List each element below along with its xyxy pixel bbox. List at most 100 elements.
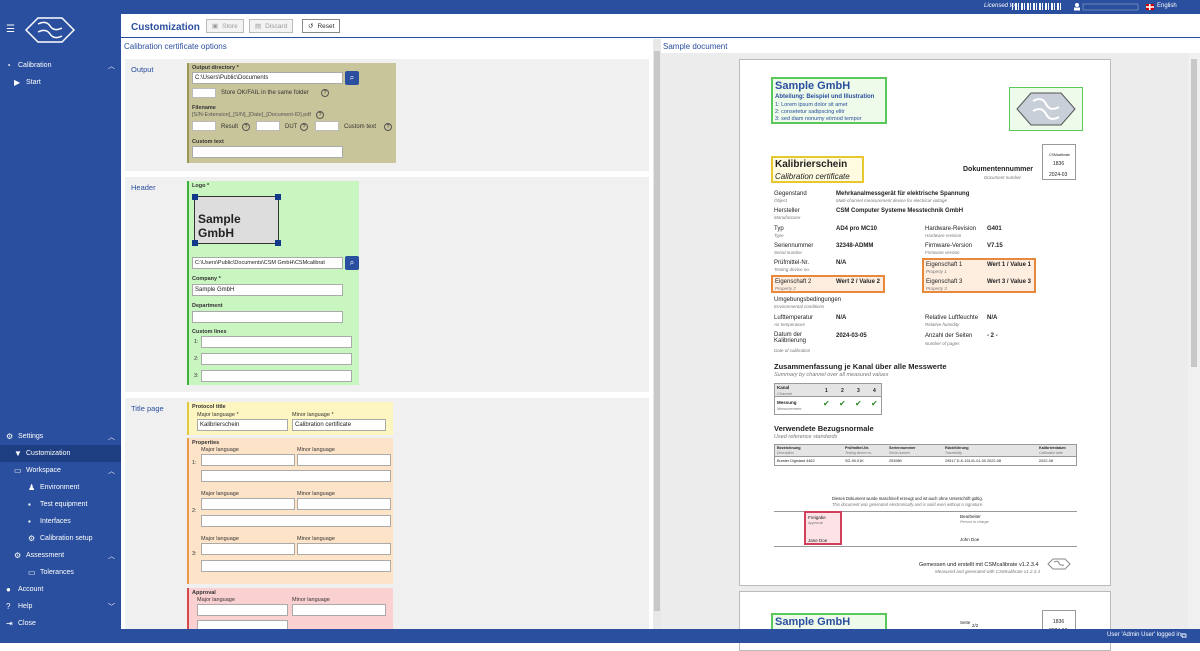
- doc-key: Lufttemperatur: [774, 315, 814, 321]
- property-2-value[interactable]: [201, 515, 391, 527]
- resize-handle[interactable]: [275, 240, 281, 246]
- ref-col-en: Description: [777, 451, 794, 455]
- logo-preview[interactable]: Sample GmbH: [192, 194, 281, 246]
- sidebar-item-account[interactable]: ● Account: [0, 581, 121, 598]
- result-toggle[interactable]: [192, 121, 216, 131]
- doc-property-2: Eigenschaft 2 Property 2 Wert 2 / Value …: [771, 275, 885, 293]
- protocol-major-input[interactable]: Kalibrierschein: [197, 419, 288, 431]
- custom-line-3-input[interactable]: [201, 370, 352, 382]
- help-icon[interactable]: ?: [384, 123, 392, 131]
- kanal-label: Kanal: [777, 385, 790, 390]
- doc-value: Mehrkanalmessgerät für elektrische Spann…: [836, 191, 970, 197]
- sidebar-item-close[interactable]: ⇥ Close: [0, 615, 121, 632]
- doc-key-en: Air temperature: [774, 322, 806, 327]
- custom-text-toggle[interactable]: [315, 121, 339, 131]
- sidebar-item-environment[interactable]: ♟ Environment: [0, 479, 121, 496]
- custom-line-1-input[interactable]: [201, 336, 352, 348]
- sidebar-item-label: Interfaces: [40, 518, 71, 525]
- sidebar-item-test-equipment[interactable]: ▪ Test equipment: [0, 496, 121, 513]
- sidebar-item-calibration-setup[interactable]: ⚙ Calibration setup: [0, 530, 121, 547]
- doc-line: 2: consetetur sadipscing elitr: [775, 109, 845, 115]
- department-label: Department: [192, 303, 223, 309]
- sidebar-item-label: Calibration setup: [40, 535, 93, 542]
- property-1-value[interactable]: [201, 470, 391, 482]
- property-3-minor-key[interactable]: [297, 543, 391, 555]
- protocol-minor-input[interactable]: Calibration certificate: [292, 419, 386, 431]
- in-charge-en: Person in charge: [960, 520, 989, 524]
- scroll-thumb[interactable]: [1191, 59, 1197, 367]
- reset-button[interactable]: ↺ Reset: [302, 19, 341, 33]
- search-button[interactable]: ⌕: [345, 256, 359, 270]
- dut-toggle[interactable]: [256, 121, 280, 131]
- same-folder-toggle[interactable]: [192, 88, 216, 98]
- department-input[interactable]: [192, 311, 343, 323]
- sidebar-item-assessment[interactable]: ⚙ Assessment ︿: [0, 547, 121, 564]
- help-icon[interactable]: ?: [321, 89, 329, 97]
- chevron-up-icon: ︿: [108, 467, 115, 475]
- left-scrollbar[interactable]: [653, 39, 661, 643]
- doc-value: N/A: [836, 260, 847, 266]
- logo-label: Logo *: [192, 183, 210, 189]
- doc-key: Eigenschaft 1: [926, 262, 963, 268]
- approval-name-input[interactable]: [197, 620, 288, 629]
- result-label: Result: [221, 124, 239, 130]
- properties-box: Properties Major language Minor language…: [187, 438, 393, 584]
- custom-text-input[interactable]: [192, 146, 343, 158]
- resize-handle[interactable]: [192, 194, 198, 200]
- property-2-minor-key[interactable]: [297, 498, 391, 510]
- doc-key: Seriennummer: [774, 243, 814, 249]
- property-1-minor-key[interactable]: [297, 454, 391, 466]
- sidebar-item-start[interactable]: ▶ Start: [0, 74, 121, 91]
- sidebar-item-settings[interactable]: ⚙ Settings ︿: [0, 428, 121, 445]
- sidebar-item-workspace[interactable]: ▭ Workspace ︿: [0, 462, 121, 479]
- signer-2: John Doe: [960, 537, 980, 542]
- help-icon[interactable]: ?: [316, 111, 324, 119]
- sidebar-item-calibration[interactable]: ◔ Calibration ︿: [0, 57, 121, 74]
- sidebar-item-tolerances[interactable]: ▭ Tolerances: [0, 564, 121, 581]
- doc-approval-box: Freigabe Approval Jane Doe: [804, 511, 842, 545]
- property-1-major-key[interactable]: [201, 454, 295, 466]
- interface-icon: ▪: [28, 517, 31, 526]
- approval-major-input[interactable]: [197, 604, 288, 616]
- output-dir-input[interactable]: C:\Users\Public\Documents: [192, 72, 343, 84]
- menu-icon[interactable]: ☰: [6, 24, 15, 35]
- check-icon: ✔: [823, 399, 830, 408]
- property-3-major-key[interactable]: [201, 543, 295, 555]
- language-selector[interactable]: English: [1157, 3, 1177, 9]
- sidebar-item-customization[interactable]: ▼ Customization: [0, 445, 121, 462]
- sidebar-item-interfaces[interactable]: ▪ Interfaces: [0, 513, 121, 530]
- property-2-major-key[interactable]: [201, 498, 295, 510]
- ref-col-en: Testing device no.: [845, 451, 873, 455]
- csm-logo: [24, 17, 76, 43]
- ref-col-en: Calibration date: [1039, 451, 1063, 455]
- output-box: Output directory * C:\Users\Public\Docum…: [187, 63, 396, 163]
- store-button[interactable]: ▣ Store: [206, 19, 244, 33]
- help-icon[interactable]: ?: [300, 123, 308, 131]
- help-icon[interactable]: ?: [242, 123, 250, 131]
- custom-line-2-input[interactable]: [201, 353, 352, 365]
- company-input[interactable]: Sample GmbH: [192, 284, 343, 296]
- sidebar-item-label: Start: [26, 79, 41, 86]
- resize-handle[interactable]: [192, 240, 198, 246]
- ref-cell: 2022-08: [1039, 459, 1053, 463]
- approval-minor-input[interactable]: [292, 604, 386, 616]
- sidebar-item-help[interactable]: ? Help ﹀: [0, 598, 121, 615]
- ref-col-en: Serial number: [889, 451, 911, 455]
- discard-button[interactable]: ▤ Discard: [249, 19, 294, 33]
- doc-key-en: Date of calibration: [774, 348, 811, 353]
- search-button[interactable]: ⌕: [345, 71, 359, 85]
- minor-language-label: Minor language: [297, 447, 335, 453]
- property-3-value[interactable]: [201, 560, 391, 572]
- scroll-thumb[interactable]: [654, 51, 660, 611]
- line-num: 2:: [194, 356, 199, 362]
- resize-handle[interactable]: [275, 194, 281, 200]
- document-scrollbar[interactable]: [1188, 53, 1200, 629]
- approval-en: Approval: [808, 521, 823, 525]
- person-icon: ♟: [28, 483, 36, 492]
- ref-col: Rückführung: [945, 446, 969, 450]
- sample-title: Sample document: [663, 42, 728, 51]
- logo-path-input[interactable]: C:\Users\Public\Documents\CSM GmbH\CSMca…: [192, 257, 343, 269]
- sidebar-item-label: Account: [18, 586, 44, 593]
- doc-key: Hersteller: [774, 208, 800, 214]
- doc-key-en: Object: [774, 198, 788, 203]
